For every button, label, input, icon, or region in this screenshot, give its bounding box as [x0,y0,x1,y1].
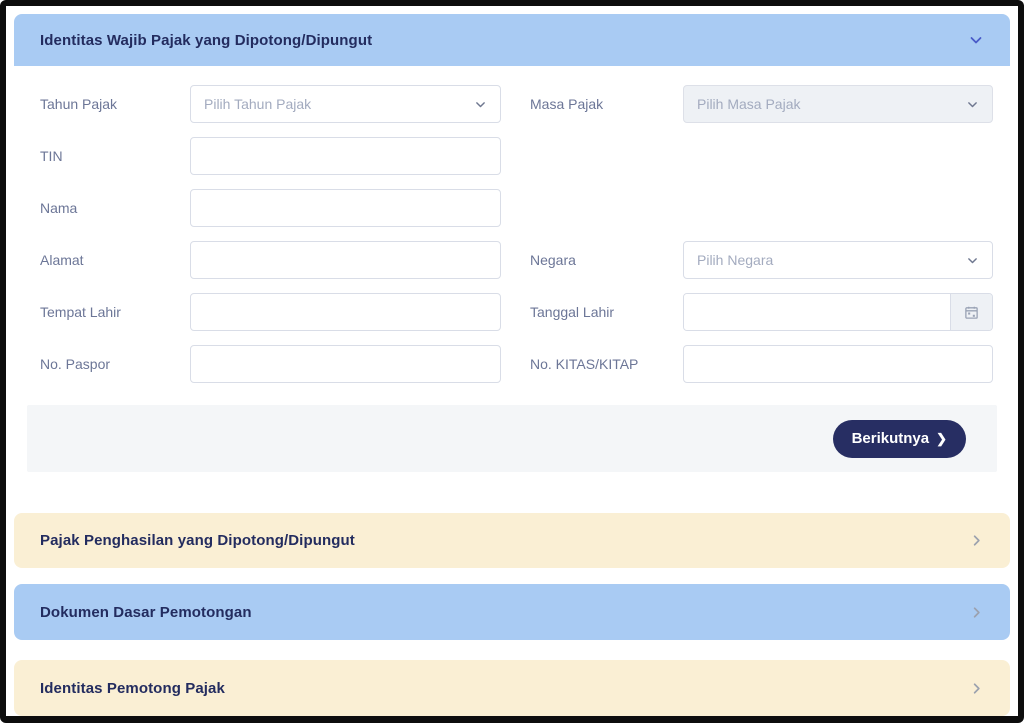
masa-pajak-select[interactable]: Pilih Masa Pajak [683,85,993,123]
accordion-header-dokumen-dasar[interactable]: Dokumen Dasar Pemotongan [14,584,1010,640]
chevron-right-icon[interactable] [969,681,984,696]
field-control: Pilih Tahun Pajak [190,85,501,123]
screenshot-frame: Identitas Wajib Pajak yang Dipotong/Dipu… [0,0,1024,723]
tempat-lahir-input[interactable] [190,293,501,331]
field-control [190,189,501,227]
alamat-input[interactable] [190,241,501,279]
accordion-section-identitas-wajib-pajak: Identitas Wajib Pajak yang Dipotong/Dipu… [14,14,1010,490]
tin-input[interactable] [190,137,501,175]
form-footer: Berikutnya ❯ [27,405,997,472]
next-button-label: Berikutnya [852,430,930,447]
calendar-icon[interactable] [950,294,992,330]
select-placeholder: Pilih Negara [697,252,773,268]
chevron-down-icon[interactable] [968,32,984,48]
form-row: Nama [40,189,993,227]
field-control [190,137,501,175]
field-control [683,293,993,331]
field-label-masa-pajak: Masa Pajak [530,96,683,112]
form-row: Tahun Pajak Pilih Tahun Pajak Masa Pajak… [40,85,993,123]
accordion-header-pajak-penghasilan[interactable]: Pajak Penghasilan yang Dipotong/Dipungut [14,513,1010,568]
chevron-right-icon: ❯ [936,432,947,445]
field-label-nama: Nama [40,200,190,216]
section-title: Dokumen Dasar Pemotongan [40,604,252,621]
form-row: TIN [40,137,993,175]
field-label-tahun-pajak: Tahun Pajak [40,96,190,112]
form-row: No. Paspor No. KITAS/KITAP [40,345,993,383]
chevron-down-icon [474,98,487,111]
chevron-right-icon[interactable] [969,533,984,548]
chevron-down-icon [966,254,979,267]
field-control: Pilih Masa Pajak [683,85,993,123]
chevron-down-icon [966,98,979,111]
field-control: Pilih Negara [683,241,993,279]
select-placeholder: Pilih Masa Pajak [697,96,801,112]
accordion-header-identitas-wajib-pajak[interactable]: Identitas Wajib Pajak yang Dipotong/Dipu… [14,14,1010,66]
field-label-alamat: Alamat [40,252,190,268]
field-label-tanggal-lahir: Tanggal Lahir [530,304,683,320]
next-button[interactable]: Berikutnya ❯ [833,420,966,458]
field-label-negara: Negara [530,252,683,268]
field-label-no-paspor: No. Paspor [40,356,190,372]
page: Identitas Wajib Pajak yang Dipotong/Dipu… [6,6,1018,716]
field-control [683,345,993,383]
field-control [190,293,501,331]
accordion-header-identitas-pemotong[interactable]: Identitas Pemotong Pajak [14,660,1010,716]
taxpayer-identity-form: Tahun Pajak Pilih Tahun Pajak Masa Pajak… [14,85,1010,383]
tahun-pajak-select[interactable]: Pilih Tahun Pajak [190,85,501,123]
tanggal-lahir-date-field [683,293,993,331]
field-label-tempat-lahir: Tempat Lahir [40,304,190,320]
form-row: Alamat Negara Pilih Negara [40,241,993,279]
select-placeholder: Pilih Tahun Pajak [204,96,311,112]
nama-input[interactable] [190,189,501,227]
field-label-tin: TIN [40,148,190,164]
section-body: Tahun Pajak Pilih Tahun Pajak Masa Pajak… [14,66,1010,490]
no-kitas-kitap-input[interactable] [683,345,993,383]
no-paspor-input[interactable] [190,345,501,383]
negara-select[interactable]: Pilih Negara [683,241,993,279]
section-title: Pajak Penghasilan yang Dipotong/Dipungut [40,532,355,549]
tanggal-lahir-input[interactable] [684,294,950,330]
chevron-right-icon[interactable] [969,605,984,620]
field-label-no-kitas-kitap: No. KITAS/KITAP [530,356,683,372]
field-control [190,345,501,383]
form-row: Tempat Lahir Tanggal Lahir [40,293,993,331]
field-control [190,241,501,279]
section-title: Identitas Wajib Pajak yang Dipotong/Dipu… [40,32,372,49]
section-title: Identitas Pemotong Pajak [40,680,225,697]
